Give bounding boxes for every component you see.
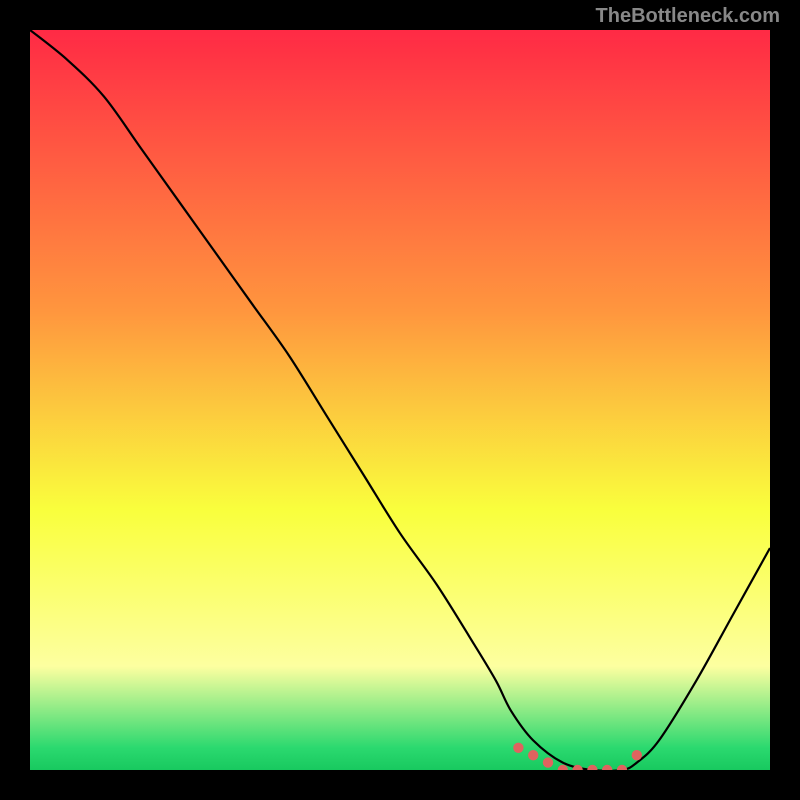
watermark-text: TheBottleneck.com — [596, 5, 780, 28]
plot-area — [30, 30, 770, 770]
gradient-background — [30, 30, 770, 770]
chart-container: TheBottleneck.com — [0, 0, 800, 800]
